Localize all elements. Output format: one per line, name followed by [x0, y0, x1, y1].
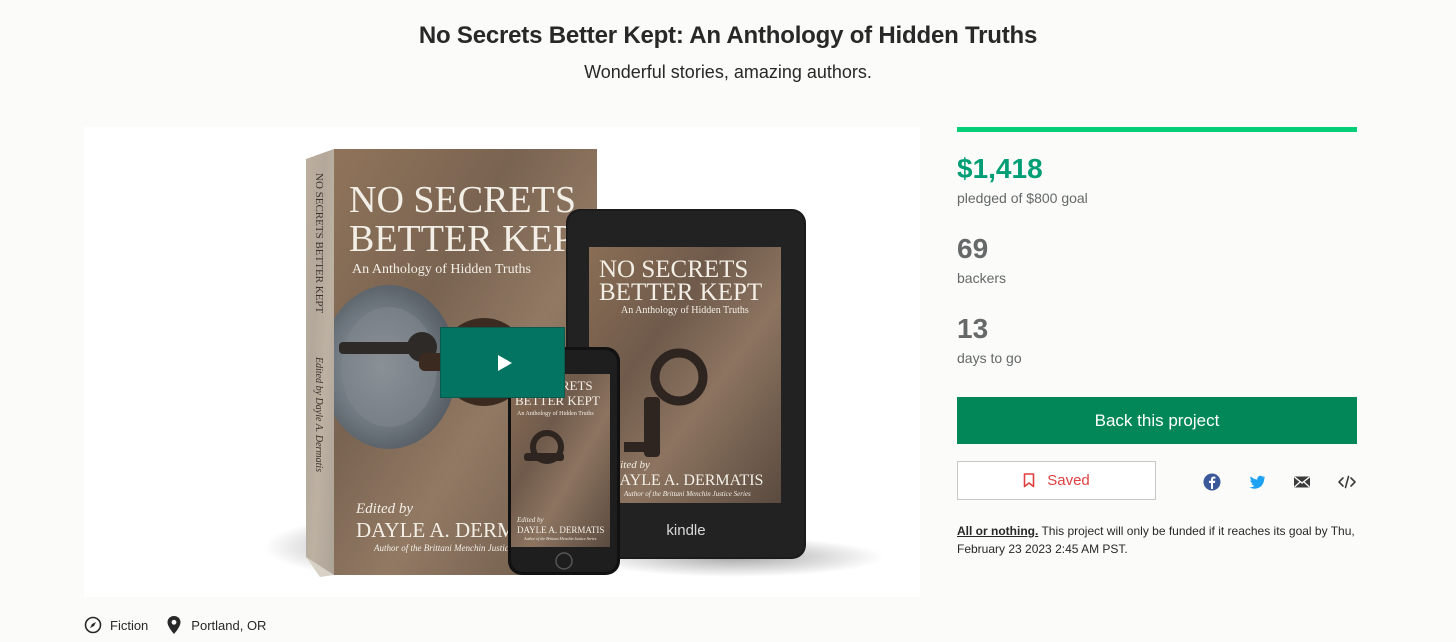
phone-tagline: An Anthology of Hidden Truths	[517, 410, 594, 417]
kindle-author-note: Author of the Brittani Menchin Justice S…	[623, 490, 751, 498]
kindle-title-line2: BETTER KEPT	[599, 279, 762, 306]
embed-icon[interactable]	[1337, 472, 1357, 492]
paperback-title-line2: BETTER KEPT	[349, 218, 597, 260]
saved-button[interactable]: Saved	[957, 461, 1156, 500]
facebook-icon[interactable]	[1202, 472, 1222, 492]
funding-progress-fill	[957, 127, 1357, 132]
saved-label: Saved	[1047, 472, 1090, 489]
bookmark-icon	[1023, 473, 1035, 488]
twitter-icon[interactable]	[1247, 472, 1267, 492]
back-this-project-button[interactable]: Back this project	[957, 397, 1357, 444]
backers-count: 69	[957, 233, 989, 264]
location-link[interactable]: Portland, OR	[166, 615, 266, 635]
spine-title: NO SECRETS BETTER KEPT	[313, 173, 325, 314]
play-video-button[interactable]	[440, 327, 565, 398]
funding-stats: $1,418 pledged of $800 goal 69 backers 1…	[957, 127, 1357, 366]
project-title: No Secrets Better Kept: An Anthology of …	[418, 22, 1038, 49]
pledged-label: pledged of $800 goal	[957, 190, 1088, 206]
project-subtitle: Wonderful stories, amazing authors.	[584, 62, 872, 82]
funding-note: All or nothing. This project will only b…	[957, 522, 1357, 558]
kindle-editor: DAYLE A. DERMATIS	[608, 472, 763, 489]
compass-icon	[84, 616, 102, 634]
days-label: days to go	[957, 350, 1022, 366]
phone-editor: DAYLE A. DERMATIS	[517, 525, 604, 535]
kindle-brand: kindle	[666, 522, 705, 539]
paperback-title-line1: NO SECRETS	[349, 179, 576, 221]
category-label: Fiction	[110, 617, 149, 633]
play-icon	[497, 354, 512, 371]
kindle-tagline: An Anthology of Hidden Truths	[621, 305, 749, 316]
project-meta: Fiction Portland, OR	[84, 615, 266, 635]
location-pin-icon	[167, 616, 181, 634]
paperback-tagline: An Anthology of Hidden Truths	[352, 262, 531, 277]
paperback-edited-by: Edited by	[355, 501, 413, 517]
pledged-amount: $1,418	[957, 153, 1043, 184]
days-count: 13	[957, 313, 989, 344]
page-header: No Secrets Better Kept: An Anthology of …	[0, 22, 1456, 83]
phone-edited-by: Edited by	[516, 516, 545, 524]
phone-author-note: Author of the Brittani Menchin Justice S…	[523, 536, 597, 541]
email-icon[interactable]	[1292, 472, 1312, 492]
location-label: Portland, OR	[191, 617, 267, 633]
spine-editor: Edited by Dayle A. Dermatis	[313, 356, 324, 472]
funding-progress-bar	[957, 127, 1357, 132]
all-or-nothing-link[interactable]: All or nothing.	[957, 524, 1038, 538]
category-link[interactable]: Fiction	[84, 616, 148, 634]
backers-label: backers	[957, 270, 1007, 286]
